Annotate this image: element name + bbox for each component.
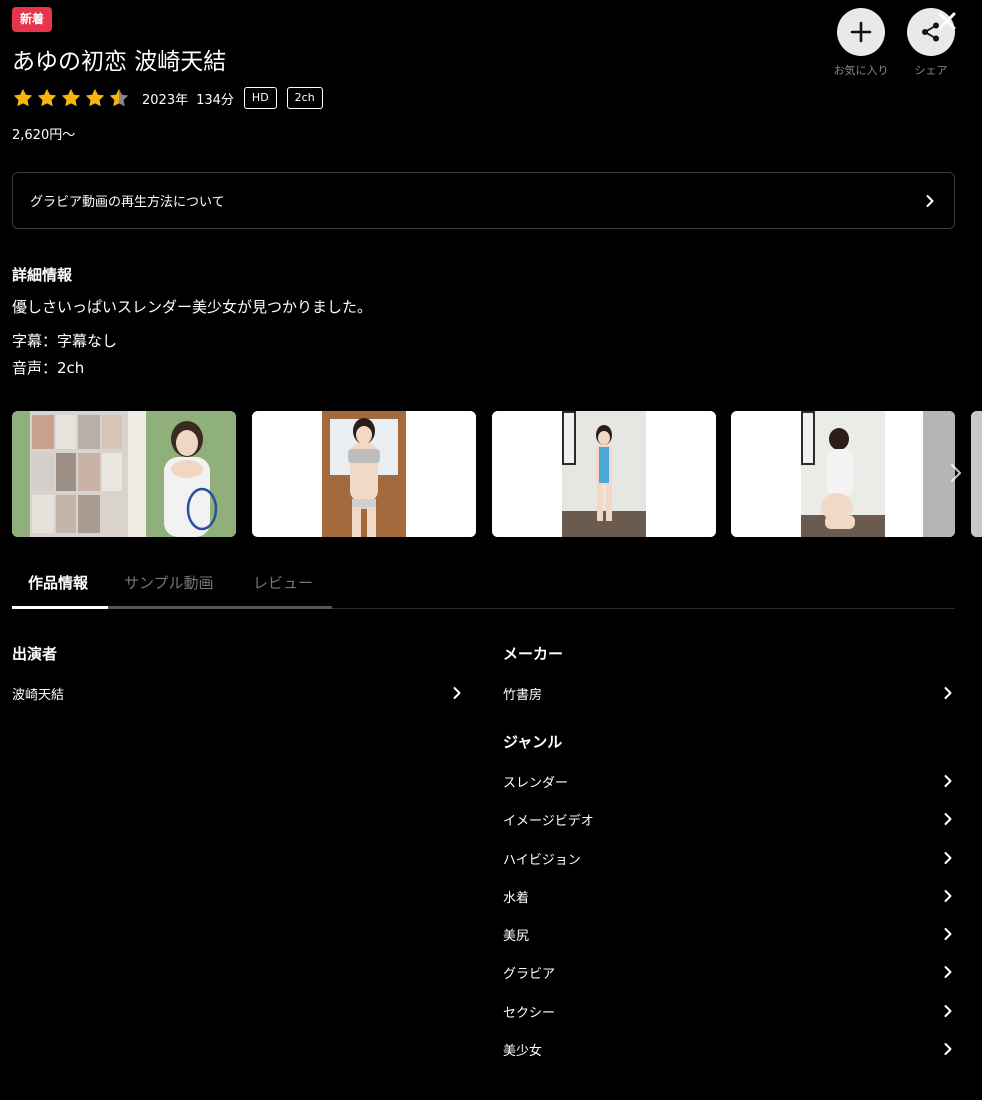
sample-image-4 bbox=[971, 411, 982, 537]
tab-review[interactable]: レビュー bbox=[253, 564, 313, 608]
plus-icon bbox=[850, 21, 872, 43]
thumbnail-cover[interactable] bbox=[12, 411, 236, 537]
genre-item-label: スレンダー bbox=[503, 775, 569, 791]
cast-heading: 出演者 bbox=[12, 645, 58, 663]
genre-item[interactable]: スレンダー bbox=[503, 766, 955, 796]
chevron-right-icon bbox=[944, 687, 952, 699]
price: 2,620円～ bbox=[12, 128, 76, 143]
genre-item[interactable]: ハイビジョン bbox=[503, 843, 955, 873]
star-icon bbox=[13, 88, 33, 107]
chevron-right-icon bbox=[944, 852, 952, 864]
tab-work-info[interactable]: 作品情報 bbox=[28, 564, 88, 608]
genre-item-label: 水着 bbox=[503, 890, 530, 906]
page-title: あゆの初恋 波崎天結 bbox=[12, 49, 227, 75]
genre-heading: ジャンル bbox=[503, 733, 563, 751]
sample-image-3 bbox=[731, 411, 955, 537]
carousel-next-icon[interactable] bbox=[944, 461, 968, 485]
genre-item-label: ハイビジョン bbox=[503, 852, 581, 868]
genre-item[interactable]: 美少女 bbox=[503, 1034, 955, 1064]
chevron-right-icon bbox=[944, 1005, 952, 1017]
favorite-label: お気に入り bbox=[833, 64, 889, 77]
star-icon bbox=[85, 88, 105, 107]
close-button[interactable] bbox=[930, 4, 964, 38]
favorite-button-circle[interactable] bbox=[837, 8, 885, 56]
sample-image-2 bbox=[492, 411, 716, 537]
sample-image-1 bbox=[252, 411, 476, 537]
chevron-right-icon bbox=[944, 890, 952, 902]
genre-item[interactable]: イメージビデオ bbox=[503, 804, 955, 834]
details-heading: 詳細情報 bbox=[12, 266, 73, 284]
genre-item-label: 美尻 bbox=[503, 928, 530, 944]
cover-image bbox=[12, 411, 236, 537]
genre-item-label: グラビア bbox=[503, 966, 556, 982]
playback-help-link[interactable]: グラビア動画の再生方法について bbox=[12, 172, 955, 229]
tab-bar: 作品情報 サンプル動画 レビュー bbox=[12, 564, 955, 609]
description: 優しさいっぱいスレンダー美少女が見つかりました。 bbox=[12, 298, 373, 316]
subtitles-info: 字幕：字幕なし bbox=[12, 332, 118, 350]
star-icon bbox=[61, 88, 81, 107]
thumbnail-sample-2[interactable] bbox=[492, 411, 716, 537]
chevron-right-icon bbox=[944, 1043, 952, 1055]
close-icon bbox=[938, 12, 956, 30]
genre-item-label: イメージビデオ bbox=[503, 813, 594, 829]
chevron-right-icon bbox=[944, 775, 952, 787]
genre-item[interactable]: セクシー bbox=[503, 996, 955, 1026]
cast-item[interactable]: 波崎天結 bbox=[12, 678, 464, 708]
release-year: 2023年 bbox=[142, 92, 189, 108]
star-icon bbox=[37, 88, 57, 107]
chevron-right-icon bbox=[453, 687, 461, 699]
thumbnail-sample-4[interactable] bbox=[971, 411, 982, 537]
tab-active-indicator bbox=[12, 606, 108, 609]
genre-item[interactable]: グラビア bbox=[503, 957, 955, 987]
thumbnail-sample-1[interactable] bbox=[252, 411, 476, 537]
new-badge: 新着 bbox=[12, 7, 53, 32]
cast-item-label: 波崎天結 bbox=[12, 687, 65, 703]
chevron-right-icon bbox=[926, 194, 934, 207]
tab-sample-video[interactable]: サンプル動画 bbox=[124, 564, 214, 608]
genre-item[interactable]: 水着 bbox=[503, 881, 955, 911]
tag-hd: HD bbox=[243, 87, 277, 109]
playback-help-text: グラビア動画の再生方法について bbox=[30, 195, 225, 210]
thumbnail-sample-3[interactable] bbox=[731, 411, 955, 537]
genre-item-label: セクシー bbox=[503, 1005, 556, 1021]
duration: 134分 bbox=[196, 92, 234, 108]
star-rating bbox=[12, 87, 132, 109]
maker-item[interactable]: 竹書房 bbox=[503, 678, 955, 708]
genre-item-label: 美少女 bbox=[503, 1043, 543, 1059]
share-label: シェア bbox=[914, 64, 948, 77]
audio-info: 音声：2ch bbox=[12, 359, 85, 377]
chevron-right-icon bbox=[944, 928, 952, 940]
chevron-right-icon bbox=[944, 966, 952, 978]
favorite-button[interactable]: お気に入り bbox=[834, 8, 889, 78]
meta-row: 2023年 134分 HD 2ch bbox=[12, 85, 333, 111]
star-half-icon bbox=[109, 88, 129, 107]
maker-heading: メーカー bbox=[503, 645, 564, 663]
genre-item[interactable]: 美尻 bbox=[503, 919, 955, 949]
tag-audio: 2ch bbox=[286, 87, 323, 109]
maker-item-label: 竹書房 bbox=[503, 687, 543, 703]
chevron-right-icon bbox=[944, 813, 952, 825]
